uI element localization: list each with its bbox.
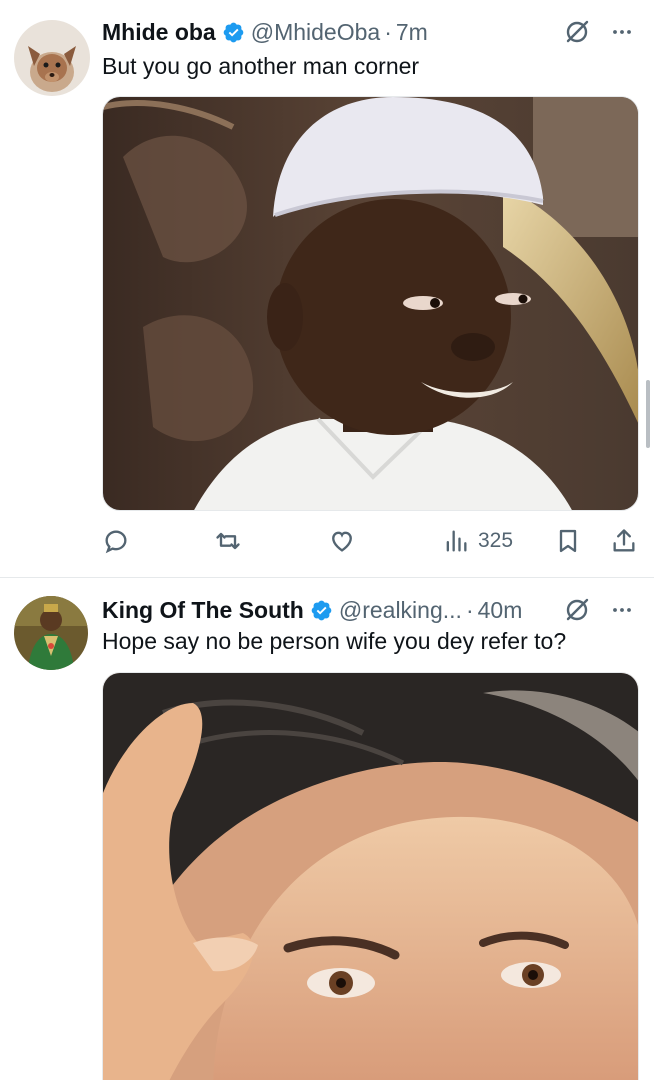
grok-icon[interactable] xyxy=(562,17,592,47)
tweet-actions: 325 xyxy=(102,523,642,559)
verified-badge-icon xyxy=(310,599,333,622)
share-icon xyxy=(613,529,635,552)
more-dots-icon[interactable] xyxy=(610,598,634,622)
tweet-header: Mhide oba @MhideOba · 7m xyxy=(102,17,634,47)
tweet-card[interactable]: King Of The South @realking... · 40m Hop… xyxy=(0,577,654,1080)
retweet-button[interactable] xyxy=(214,523,242,559)
more-dots-icon[interactable] xyxy=(610,20,634,44)
retweet-icon xyxy=(216,532,240,550)
tweet-card[interactable]: Mhide oba @MhideOba · 7m But you go anot… xyxy=(0,0,654,577)
separator-dot: · xyxy=(465,596,474,623)
reply-icon xyxy=(105,530,127,554)
timestamp[interactable]: 40m xyxy=(478,597,523,624)
timestamp[interactable]: 7m xyxy=(396,19,428,46)
heart-icon xyxy=(332,531,352,552)
timeline-feed[interactable]: Mhide oba @MhideOba · 7m But you go anot… xyxy=(0,0,654,1080)
reply-button[interactable] xyxy=(102,523,130,559)
bookmark-button[interactable] xyxy=(554,523,582,559)
tweet-text: Hope say no be person wife you dey refer… xyxy=(102,628,567,654)
tweet-image[interactable] xyxy=(102,672,639,1080)
like-button[interactable] xyxy=(328,523,356,559)
views-chart-icon xyxy=(446,530,467,552)
verified-badge-icon xyxy=(222,21,245,44)
display-name[interactable]: King Of The South xyxy=(102,597,304,624)
user-handle[interactable]: @MhideOba xyxy=(251,19,380,46)
views-count: 325 xyxy=(478,529,514,552)
share-button[interactable] xyxy=(610,523,638,559)
display-name[interactable]: Mhide oba xyxy=(102,19,216,46)
scrollbar[interactable] xyxy=(646,380,650,448)
avatar[interactable] xyxy=(14,20,90,96)
separator-dot: · xyxy=(384,18,392,45)
grok-icon[interactable] xyxy=(562,595,592,625)
tweet-text: But you go another man corner xyxy=(102,53,420,79)
views-button[interactable]: 325 xyxy=(442,523,513,559)
user-handle[interactable]: @realking... xyxy=(339,597,462,624)
tweet-header: King Of The South @realking... · 40m xyxy=(102,595,634,625)
avatar[interactable] xyxy=(14,596,88,670)
bookmark-icon xyxy=(559,529,577,553)
tweet-image[interactable] xyxy=(102,96,639,511)
